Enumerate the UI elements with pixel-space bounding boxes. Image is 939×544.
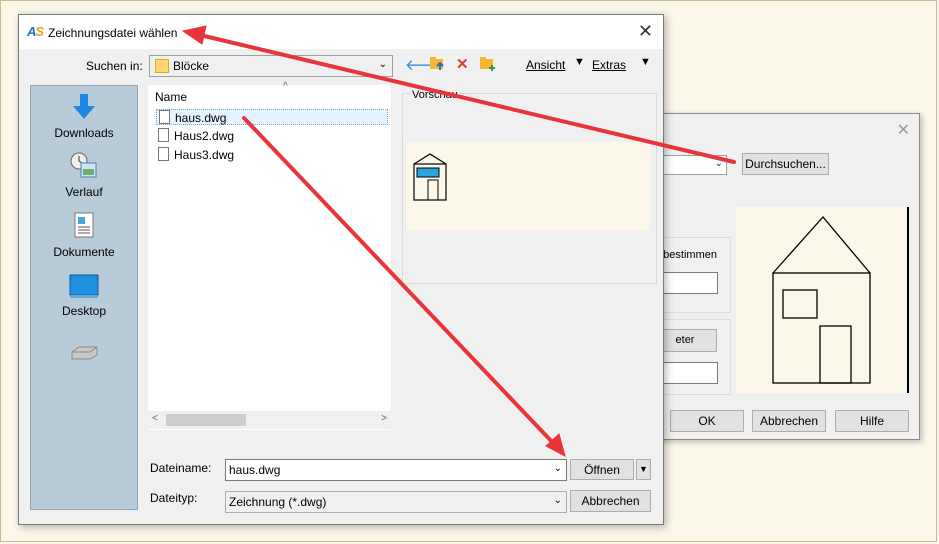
scroll-right-icon[interactable]: > <box>381 413 387 424</box>
file-name-label: Dateiname: <box>150 461 212 475</box>
tools-dropdown-icon[interactable]: ▼ <box>640 56 651 68</box>
place-label: Downloads <box>54 126 114 140</box>
up-folder-glyph <box>430 57 444 70</box>
file-type-label: Dateityp: <box>150 491 198 505</box>
file-item[interactable]: Haus2.dwg <box>156 128 388 144</box>
look-in-combo[interactable]: Blöcke ⌄ <box>149 55 393 77</box>
ok-button[interactable]: OK <box>670 410 744 432</box>
preview-label: Vorschau <box>410 89 460 101</box>
title-bar: AS Zeichnungsdatei wählen ✕ <box>19 15 663 49</box>
file-icon <box>158 147 169 161</box>
place-drive[interactable] <box>31 344 137 366</box>
file-icon <box>158 128 169 142</box>
close-icon[interactable]: ✕ <box>897 120 910 140</box>
tools-menu[interactable]: Extras <box>592 58 626 72</box>
place-history[interactable]: Verlauf <box>31 151 137 199</box>
view-dropdown-icon[interactable]: ▼ <box>574 56 585 68</box>
desktop-icon <box>69 274 99 298</box>
file-name-value: haus.dwg <box>229 463 281 477</box>
place-documents[interactable]: Dokumente <box>31 211 137 259</box>
place-label: Verlauf <box>65 185 103 199</box>
place-label: Dokumente <box>53 245 115 259</box>
scroll-left-icon[interactable]: < <box>152 413 158 424</box>
drive-icon <box>71 346 98 360</box>
preview-box <box>406 142 650 230</box>
app-logo-icon: AS <box>27 24 44 39</box>
file-open-dialog: AS Zeichnungsdatei wählen ✕ Suchen in: B… <box>18 14 664 525</box>
sort-ascending-icon: ^ <box>283 81 288 92</box>
places-bar: Downloads Verlauf Dokumente Desktop <box>30 85 138 510</box>
chevron-down-icon: ⌄ <box>714 158 723 169</box>
help-button[interactable]: Hilfe <box>835 410 909 432</box>
house-drawing <box>772 216 871 384</box>
file-type-select[interactable]: Zeichnung (*.dwg) ⌄ <box>225 491 567 513</box>
file-list[interactable]: ^ Name haus.dwg Haus2.dwg Haus3.dwg <box>148 81 391 430</box>
file-name-input[interactable]: haus.dwg ⌄ <box>225 459 567 481</box>
download-icon <box>73 94 95 119</box>
look-in-label: Suchen in: <box>86 59 143 73</box>
divider <box>907 207 909 393</box>
documents-icon <box>74 212 94 238</box>
folder-icon <box>155 59 169 73</box>
up-folder-icon[interactable] <box>429 55 445 75</box>
history-icon <box>70 152 97 178</box>
dialog-title: Zeichnungsdatei wählen <box>48 26 178 40</box>
cancel-button[interactable]: Abbrechen <box>570 490 651 512</box>
scroll-thumb[interactable] <box>166 414 246 426</box>
chevron-down-icon[interactable]: ⌄ <box>554 463 562 474</box>
file-icon <box>159 110 170 124</box>
horizontal-scrollbar[interactable]: < > <box>148 411 391 429</box>
view-menu[interactable]: Ansicht <box>526 58 565 72</box>
background-dialog: ✕ ⌄ Durchsuchen... n bestimmen eter OK A… <box>647 113 920 440</box>
place-downloads[interactable]: Downloads <box>31 92 137 140</box>
browse-button[interactable]: Durchsuchen... <box>742 153 829 175</box>
open-button[interactable]: Öffnen <box>570 459 634 480</box>
file-item[interactable]: Haus3.dwg <box>156 147 388 163</box>
file-name: haus.dwg <box>175 111 227 125</box>
new-folder-icon[interactable] <box>479 55 497 75</box>
place-desktop[interactable]: Desktop <box>31 274 137 318</box>
column-header-name[interactable]: Name <box>155 90 187 104</box>
chevron-down-icon: ⌄ <box>553 495 562 506</box>
house-thumbnail <box>413 153 447 201</box>
place-label: Desktop <box>61 304 107 318</box>
cancel-button-back[interactable]: Abbrechen <box>752 410 826 432</box>
open-dropdown-icon[interactable]: ▼ <box>636 459 651 480</box>
file-item[interactable]: haus.dwg <box>156 109 388 125</box>
file-name: Haus2.dwg <box>174 129 235 143</box>
house-preview <box>736 207 906 393</box>
new-folder-glyph <box>480 57 495 71</box>
look-in-value: Blöcke <box>173 59 210 73</box>
file-name: Haus3.dwg <box>174 148 235 162</box>
close-icon[interactable]: ✕ <box>638 21 653 42</box>
chevron-down-icon: ⌄ <box>378 59 387 70</box>
delete-icon[interactable]: ✕ <box>456 55 469 73</box>
file-type-value: Zeichnung (*.dwg) <box>229 495 327 509</box>
